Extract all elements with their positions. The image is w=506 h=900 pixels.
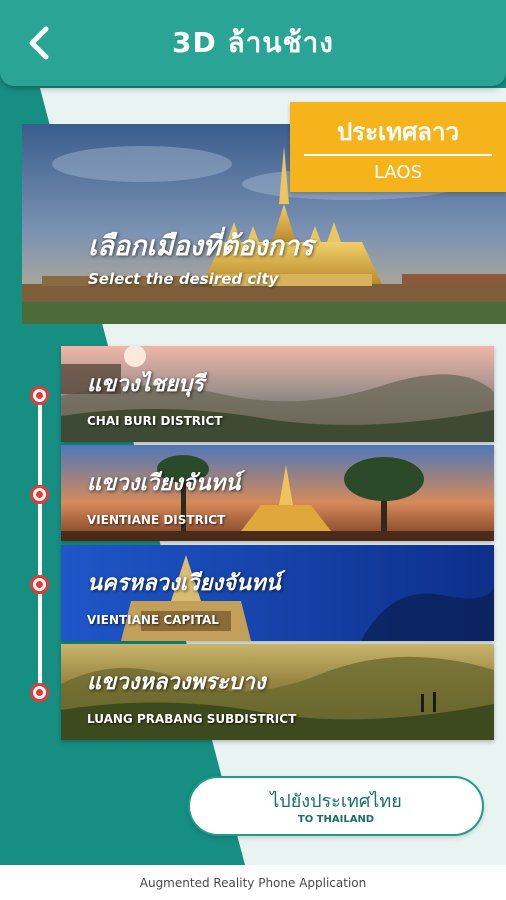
- district-card-vientiane-capital[interactable]: นครหลวงเวียงจันทน์ VIENTIANE CAPITAL: [61, 545, 494, 641]
- district-name-en: LUANG PRABANG SUBDISTRICT: [87, 712, 297, 726]
- footer-text: Augmented Reality Phone Application: [139, 876, 367, 890]
- app-header: 3D ล้านช้าง: [0, 0, 506, 86]
- hero-subtitle: Select the desired city: [88, 270, 279, 288]
- timeline-line: [38, 392, 42, 692]
- country-name-th: ประเทศลาว: [337, 118, 459, 146]
- timeline-dot: [30, 575, 49, 594]
- district-name-th: นครหลวงเวียงจันทน์: [87, 571, 281, 596]
- timeline-dot: [30, 485, 49, 504]
- hero-title: เลือกเมืองที่ต้องการ: [88, 231, 314, 262]
- country-name-en: LAOS: [373, 162, 423, 183]
- thailand-button-label-th: ไปยังประเทศไทย: [270, 791, 402, 812]
- thailand-button-label-en: TO THAILAND: [297, 814, 375, 825]
- page-title: 3D ล้านช้าง: [172, 26, 334, 59]
- go-to-thailand-button[interactable]: ไปยังประเทศไทย TO THAILAND: [188, 776, 484, 836]
- district-name-en: VIENTIANE DISTRICT: [87, 513, 226, 527]
- country-badge: ประเทศลาว LAOS: [290, 102, 506, 192]
- district-name-th: แขวงไชยบุรี: [87, 372, 204, 397]
- district-name-en: VIENTIANE CAPITAL: [87, 613, 219, 627]
- district-card-chai-buri[interactable]: แขวงไชยบุรี CHAI BURI DISTRICT: [61, 346, 494, 442]
- district-name-th: แขวงหลวงพระบาง: [87, 670, 266, 695]
- district-card-vientiane[interactable]: แขวงเวียงจันทน์ VIENTIANE DISTRICT: [61, 445, 494, 541]
- district-card-luang-prabang[interactable]: แขวงหลวงพระบาง LUANG PRABANG SUBDISTRICT: [61, 644, 494, 740]
- back-arrow-icon: [29, 26, 49, 60]
- district-name-th: แขวงเวียงจันทน์: [87, 471, 241, 496]
- timeline-dot: [30, 386, 49, 405]
- district-name-en: CHAI BURI DISTRICT: [87, 414, 223, 428]
- footer: Augmented Reality Phone Application: [0, 868, 506, 900]
- timeline-dot: [30, 683, 49, 702]
- back-button[interactable]: [18, 22, 60, 64]
- divider: [304, 154, 492, 156]
